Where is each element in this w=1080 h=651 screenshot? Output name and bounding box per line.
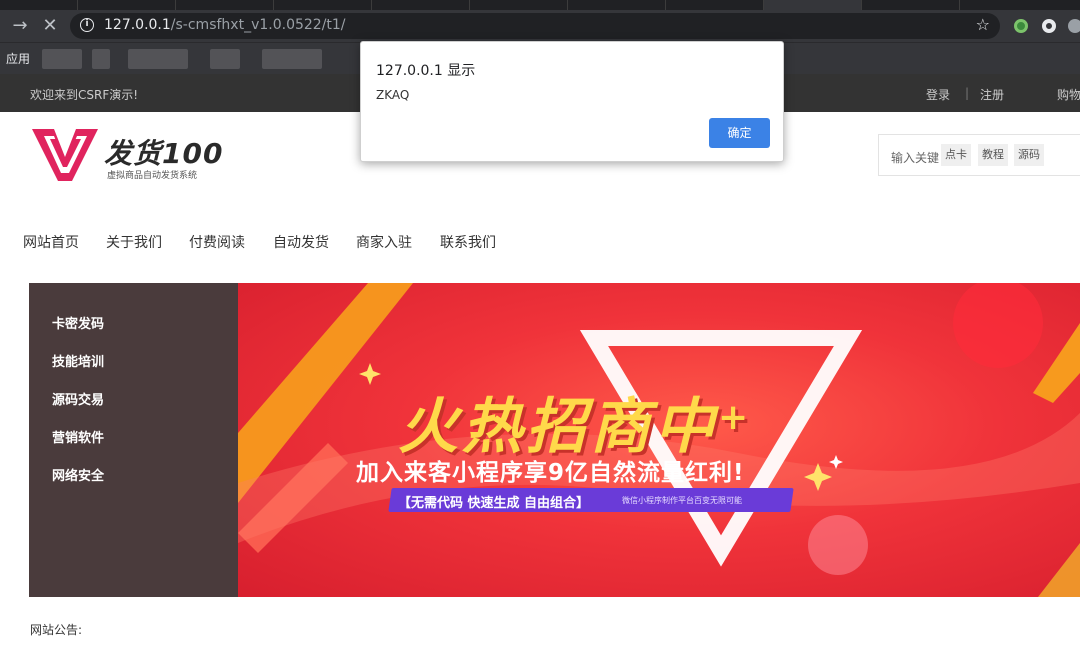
- url-host: 127.0.0.1: [104, 17, 171, 33]
- nav-item-about[interactable]: 关于我们: [106, 232, 162, 252]
- search-tag[interactable]: 点卡: [941, 144, 971, 166]
- address-bar[interactable]: i 127.0.0.1/s-cmsfhxt_v1.0.0522/t1/ ☆: [70, 13, 1000, 39]
- search-tag[interactable]: 教程: [978, 144, 1008, 166]
- banner-plus: +: [718, 397, 753, 438]
- browser-tab[interactable]: [862, 0, 960, 10]
- extension-icon[interactable]: [1068, 19, 1080, 33]
- bookmark-item-blurred[interactable]: [42, 49, 82, 69]
- browser-toolbar: → ✕ i 127.0.0.1/s-cmsfhxt_v1.0.0522/t1/ …: [0, 10, 1080, 42]
- browser-tab[interactable]: [0, 0, 78, 10]
- nav-item-merchant-join[interactable]: 商家入驻: [356, 232, 412, 252]
- browser-tab[interactable]: [470, 0, 568, 10]
- dialog-message: ZKAQ: [376, 88, 410, 102]
- stop-loading-icon[interactable]: ✕: [38, 14, 62, 38]
- address-url: 127.0.0.1/s-cmsfhxt_v1.0.0522/t1/: [104, 17, 346, 33]
- banner-headline: 火热招商中+: [398, 378, 752, 465]
- bookmark-item-blurred[interactable]: [210, 49, 240, 69]
- nav-item-auto-delivery[interactable]: 自动发货: [273, 232, 329, 252]
- banner-pill-text: 【无需代码 快速生成 自由组合】: [398, 496, 590, 511]
- bookmark-item-blurred[interactable]: [92, 49, 110, 69]
- browser-tab[interactable]: [568, 0, 666, 10]
- banner-headline-text: 火热招商中: [398, 392, 718, 462]
- browser-tab[interactable]: [666, 0, 764, 10]
- login-link[interactable]: 登录: [926, 86, 950, 103]
- url-path: /s-cmsfhxt_v1.0.0522/t1/: [170, 17, 346, 33]
- browser-tab[interactable]: [176, 0, 274, 10]
- bookmark-star-icon[interactable]: ☆: [976, 15, 990, 34]
- category-item[interactable]: 营销软件: [52, 427, 104, 446]
- site-info-icon[interactable]: i: [80, 18, 94, 32]
- banner-pill-small-text: 微信小程序制作平台百变无限可能: [622, 496, 742, 505]
- register-link[interactable]: 注册: [980, 86, 1004, 103]
- nav-item-contact[interactable]: 联系我们: [440, 232, 496, 252]
- category-item[interactable]: 卡密发码: [52, 313, 104, 332]
- browser-tab[interactable]: [274, 0, 372, 10]
- category-sidebar: 卡密发码 技能培训 源码交易 营销软件 网络安全: [29, 283, 238, 597]
- logo-icon[interactable]: [32, 127, 98, 183]
- apps-bookmark[interactable]: 应用: [6, 50, 30, 67]
- extension-icon[interactable]: [1014, 19, 1028, 33]
- topbar-separator: |: [965, 86, 970, 100]
- welcome-text: 欢迎来到CSRF演示!: [30, 88, 139, 102]
- search-placeholder: 输入关键: [891, 151, 940, 165]
- dialog-ok-button[interactable]: 确定: [709, 118, 770, 148]
- bookmark-item-blurred[interactable]: [262, 49, 322, 69]
- alert-dialog: 127.0.0.1 显示 ZKAQ 确定: [360, 41, 784, 162]
- site-notice-label: 网站公告:: [30, 623, 83, 637]
- category-item[interactable]: 技能培训: [52, 351, 104, 370]
- logo-subtitle: 虚拟商品自动发货系统: [107, 171, 198, 181]
- bookmark-item-blurred[interactable]: [128, 49, 188, 69]
- dialog-title: 127.0.0.1 显示: [376, 63, 476, 79]
- category-item[interactable]: 网络安全: [52, 465, 104, 484]
- nav-item-home[interactable]: 网站首页: [23, 232, 79, 252]
- promo-banner[interactable]: 火热招商中+ 加入来客小程序享9亿自然流量红利! 【无需代码 快速生成 自由组合…: [238, 283, 1080, 597]
- browser-tab-strip: [0, 0, 1080, 10]
- browser-tab[interactable]: [78, 0, 176, 10]
- extension-icon[interactable]: [1042, 19, 1056, 33]
- logo-text[interactable]: 发货100: [104, 132, 223, 172]
- banner-subline: 加入来客小程序享9亿自然流量红利!: [356, 460, 745, 486]
- browser-tab[interactable]: [372, 0, 470, 10]
- search-tag[interactable]: 源码: [1014, 144, 1044, 166]
- nav-item-paid-reading[interactable]: 付费阅读: [189, 232, 245, 252]
- forward-icon[interactable]: →: [8, 14, 32, 38]
- cart-link[interactable]: 购物: [1057, 86, 1080, 103]
- category-item[interactable]: 源码交易: [52, 389, 104, 408]
- browser-tab-active[interactable]: [764, 0, 862, 10]
